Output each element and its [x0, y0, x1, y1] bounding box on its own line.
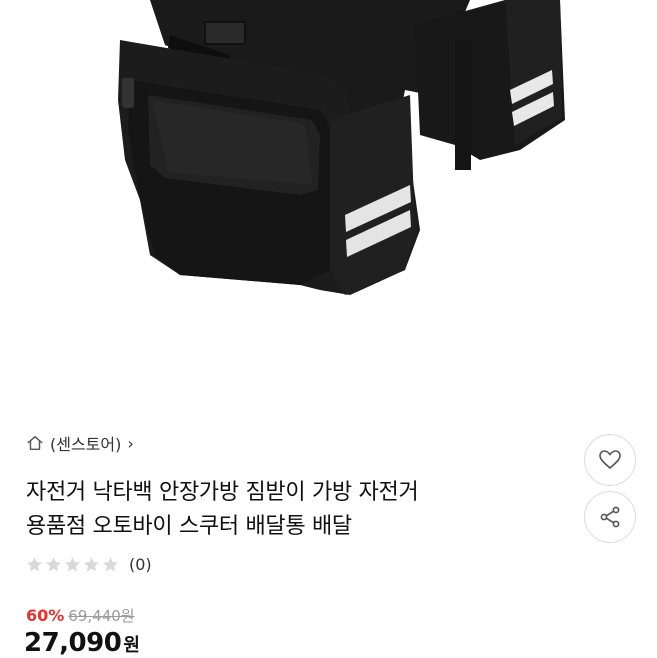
- share-button[interactable]: [584, 491, 636, 543]
- share-icon: [600, 506, 620, 528]
- store-link[interactable]: (센스토어) ›: [26, 430, 134, 456]
- product-title: 자전거 낙타백 안장가방 짐받이 가방 자전거 용품점 오토바이 스쿠터 배달통…: [26, 476, 566, 544]
- chevron-right-icon: ›: [127, 433, 134, 453]
- review-count: (0): [129, 554, 152, 574]
- star-icon: [46, 556, 61, 571]
- star-icon: [65, 556, 80, 571]
- discount-row: 60% 69,440원: [26, 605, 135, 629]
- star-icon: [103, 556, 118, 571]
- heart-icon: [599, 450, 621, 470]
- discount-rate: 60%: [26, 606, 65, 625]
- price-unit: 원: [123, 635, 140, 656]
- product-title-line-1: 자전거 낙타백 안장가방 짐받이 가방 자전거: [26, 480, 419, 505]
- star-icon: [27, 556, 42, 571]
- product-title-line-2: 용품점 오토바이 스쿠터 배달통 배달: [26, 514, 352, 539]
- product-image: [118, 0, 565, 295]
- wishlist-button[interactable]: [584, 434, 636, 486]
- original-price: 69,440원: [68, 607, 135, 625]
- home-icon: [27, 435, 43, 451]
- rating[interactable]: (0): [26, 552, 152, 576]
- price-value: 27,090: [24, 628, 122, 658]
- sale-price: 27,090 원: [24, 628, 140, 658]
- star-icon: [84, 556, 99, 571]
- store-name: (센스토어): [50, 435, 122, 454]
